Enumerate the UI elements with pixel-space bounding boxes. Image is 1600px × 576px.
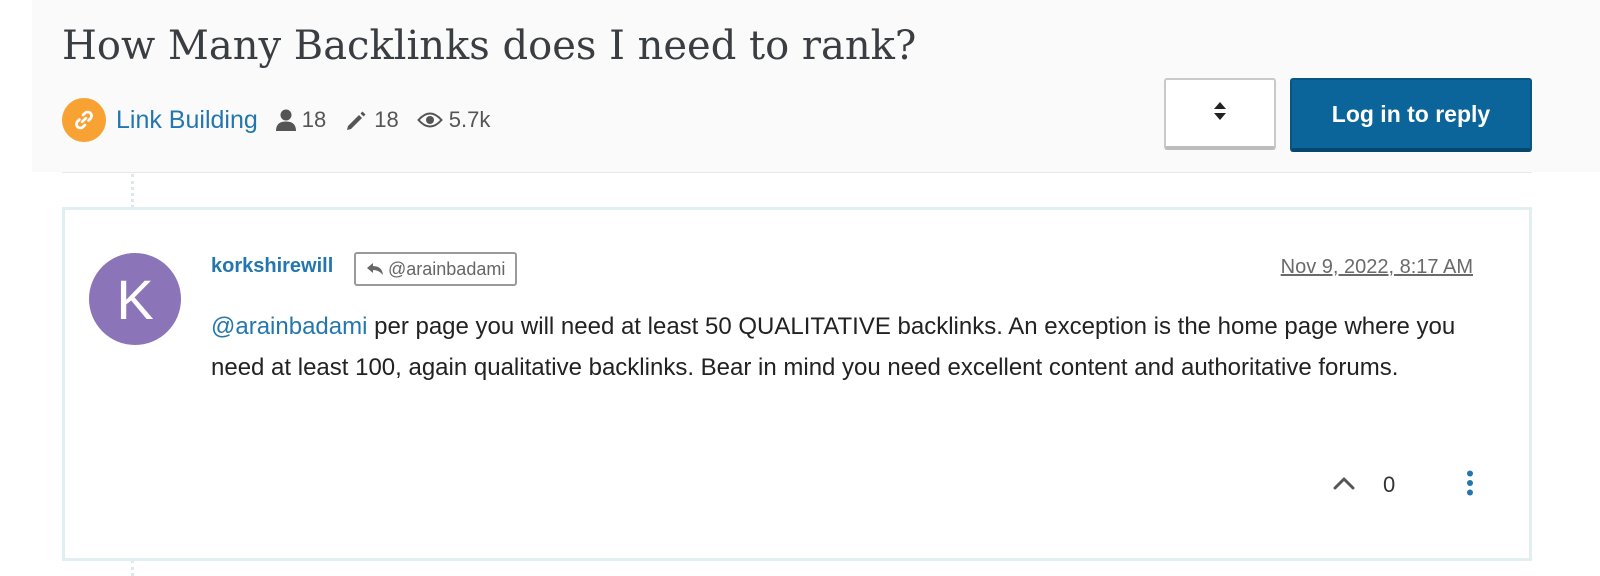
- post-card: K korkshirewill @arainbadami Nov 9, 2022…: [62, 207, 1532, 561]
- sort-icon: [1213, 101, 1227, 126]
- more-vertical-icon: [1466, 470, 1474, 501]
- views-stat: 5.7k: [416, 107, 491, 133]
- chevron-up-icon: [1333, 476, 1355, 495]
- reply-icon: [366, 262, 384, 276]
- header-divider: [62, 172, 1532, 173]
- thread-line: [131, 174, 134, 208]
- mention-link[interactable]: @arainbadami: [211, 313, 367, 340]
- in-reply-to-label: @arainbadami: [388, 258, 506, 279]
- posts-stat: 18: [344, 107, 399, 133]
- in-reply-to-chip[interactable]: @arainbadami: [354, 252, 518, 286]
- link-icon[interactable]: [62, 98, 106, 142]
- pencil-icon: [344, 108, 368, 132]
- avatar[interactable]: K: [89, 253, 181, 345]
- vote-count: 0: [1383, 472, 1396, 497]
- topic-meta: Link Building 18 18 5.7k: [62, 98, 490, 142]
- post-timestamp[interactable]: Nov 9, 2022, 8:17 AM: [1281, 256, 1473, 279]
- post-body: @arainbadami per page you will need at l…: [211, 306, 1511, 388]
- upvote-button[interactable]: [1329, 470, 1359, 500]
- posters-count: 18: [301, 107, 327, 132]
- post-author[interactable]: korkshirewill: [211, 255, 333, 278]
- posts-count: 18: [374, 107, 399, 132]
- post-menu-button[interactable]: [1457, 468, 1483, 502]
- topic-title: How Many Backlinks does I need to rank?: [62, 23, 917, 69]
- eye-icon: [416, 111, 443, 129]
- sort-button[interactable]: [1164, 78, 1276, 150]
- user-icon: [275, 109, 296, 131]
- thread-line-bottom: [131, 560, 134, 576]
- post-text: per page you will need at least 50 QUALI…: [211, 313, 1456, 381]
- category-link[interactable]: Link Building: [116, 106, 258, 135]
- views-count: 5.7k: [448, 107, 491, 132]
- posters-stat: 18: [275, 107, 327, 133]
- log-in-to-reply-button[interactable]: Log in to reply: [1290, 78, 1532, 152]
